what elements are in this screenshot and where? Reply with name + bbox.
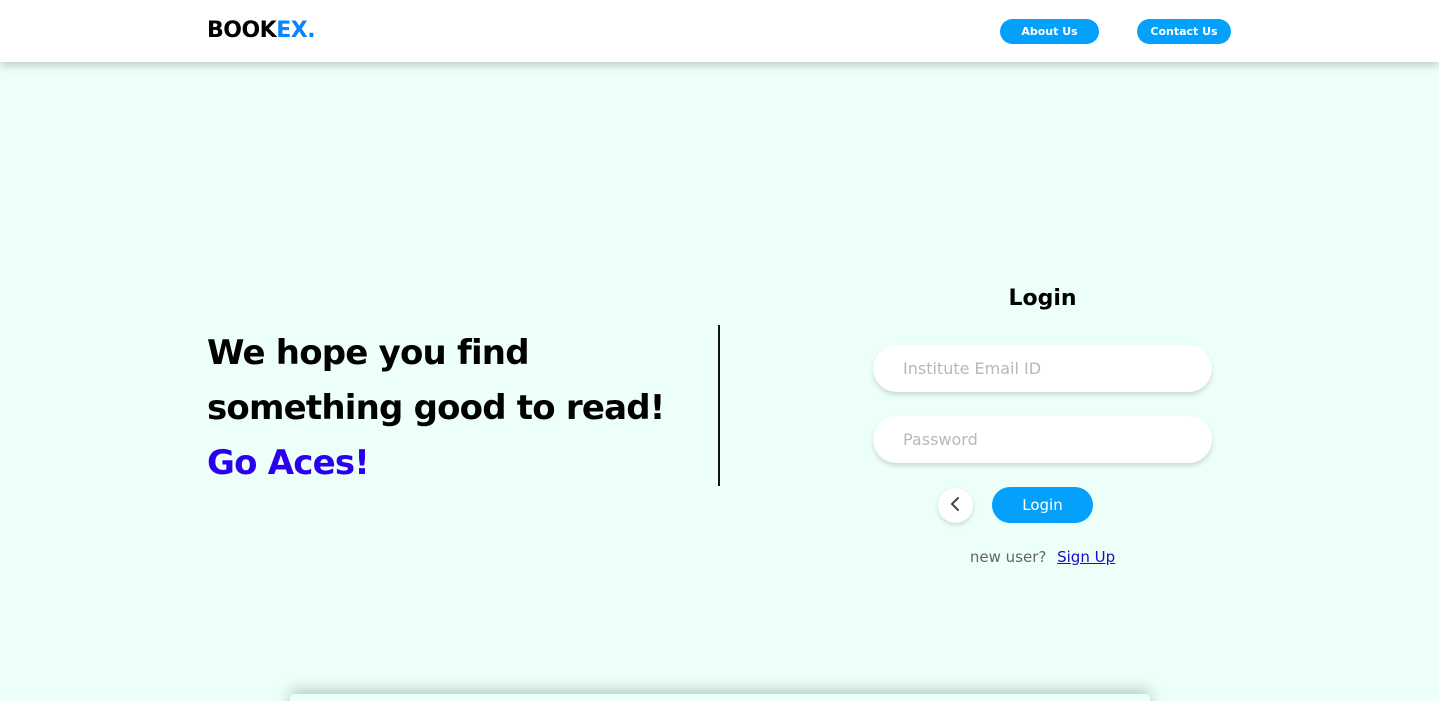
about-us-button[interactable]: About Us [1000, 19, 1099, 44]
email-input[interactable] [873, 345, 1212, 392]
hero-message: We hope you find something good to read!… [207, 326, 687, 491]
signup-row: new user? Sign Up [873, 547, 1212, 567]
signup-prompt: new user? [969, 548, 1047, 566]
signup-link[interactable]: Sign Up [1057, 548, 1115, 566]
back-button[interactable] [938, 488, 973, 523]
logo-accent-text: EX. [276, 18, 316, 43]
login-title: Login [1008, 286, 1077, 311]
logo-main-text: BOOK [207, 18, 277, 43]
chevron-left-icon [949, 496, 963, 515]
hero-line-2: something good to read! [207, 388, 665, 428]
contact-us-button[interactable]: Contact Us [1137, 19, 1231, 44]
vertical-divider [718, 325, 720, 486]
hero-line-1: We hope you find [207, 333, 530, 373]
footer-panel-edge [290, 694, 1150, 701]
login-button[interactable]: Login [992, 487, 1093, 523]
password-input[interactable] [873, 416, 1212, 463]
navbar: BOOKEX. About Us Contact Us [0, 0, 1439, 62]
logo[interactable]: BOOKEX. [207, 18, 316, 44]
hero-tagline: Go Aces! [207, 443, 370, 483]
